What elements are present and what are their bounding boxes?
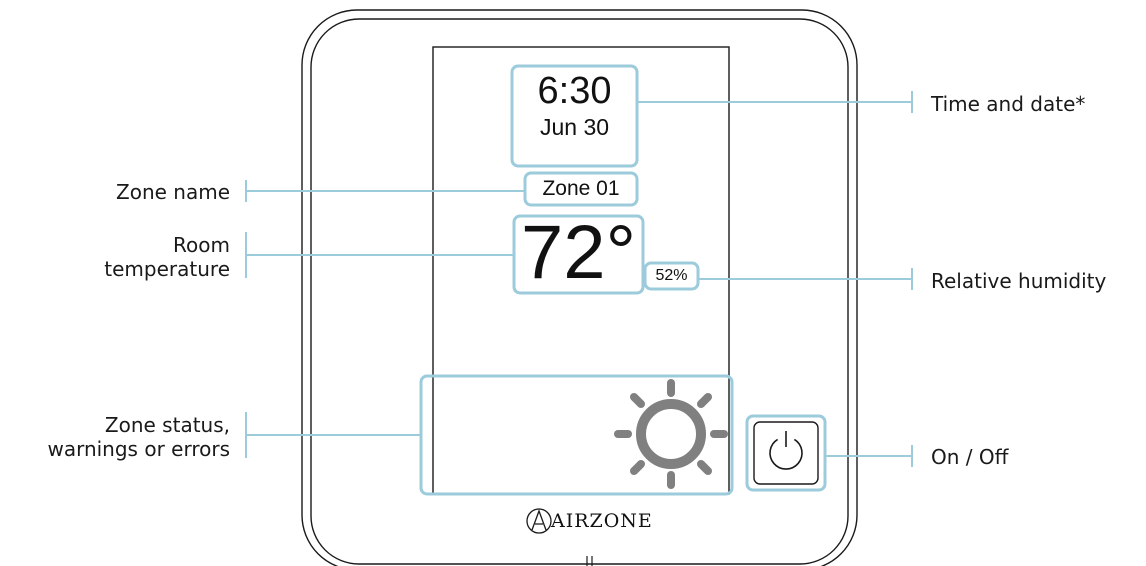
power-button-highlight [745, 414, 827, 492]
callout-room-temperature [245, 232, 514, 278]
label-relative-humidity: Relative humidity [931, 269, 1107, 293]
label-zone-status-line2: warnings or errors [47, 437, 230, 461]
callout-relative-humidity [698, 268, 913, 290]
label-zone-name: Zone name [116, 180, 230, 204]
zone-name-display: Zone 01 [542, 177, 620, 200]
label-zone-status-line1: Zone status, [104, 413, 230, 437]
label-room-temperature-line1: Room [173, 233, 230, 257]
time-display: 6:30 [537, 70, 612, 112]
brand-logo: AIRZONE [551, 510, 653, 532]
callout-time-date [637, 91, 913, 113]
callout-on-off [825, 445, 913, 467]
power-icon[interactable] [753, 421, 819, 485]
label-room-temperature-line2: temperature [104, 257, 230, 281]
date-display: Jun 30 [539, 114, 610, 140]
zone-status-highlight [419, 374, 734, 496]
sun-icon [614, 379, 728, 489]
callout-zone-status [245, 412, 421, 458]
label-on-off: On / Off [931, 445, 1009, 469]
label-time-and-date: Time and date* [931, 92, 1086, 116]
humidity-display: 52% [655, 267, 688, 284]
airzone-logo-mark [531, 509, 547, 531]
temperature-display: 72° [521, 210, 636, 295]
callout-zone-name [245, 180, 525, 202]
